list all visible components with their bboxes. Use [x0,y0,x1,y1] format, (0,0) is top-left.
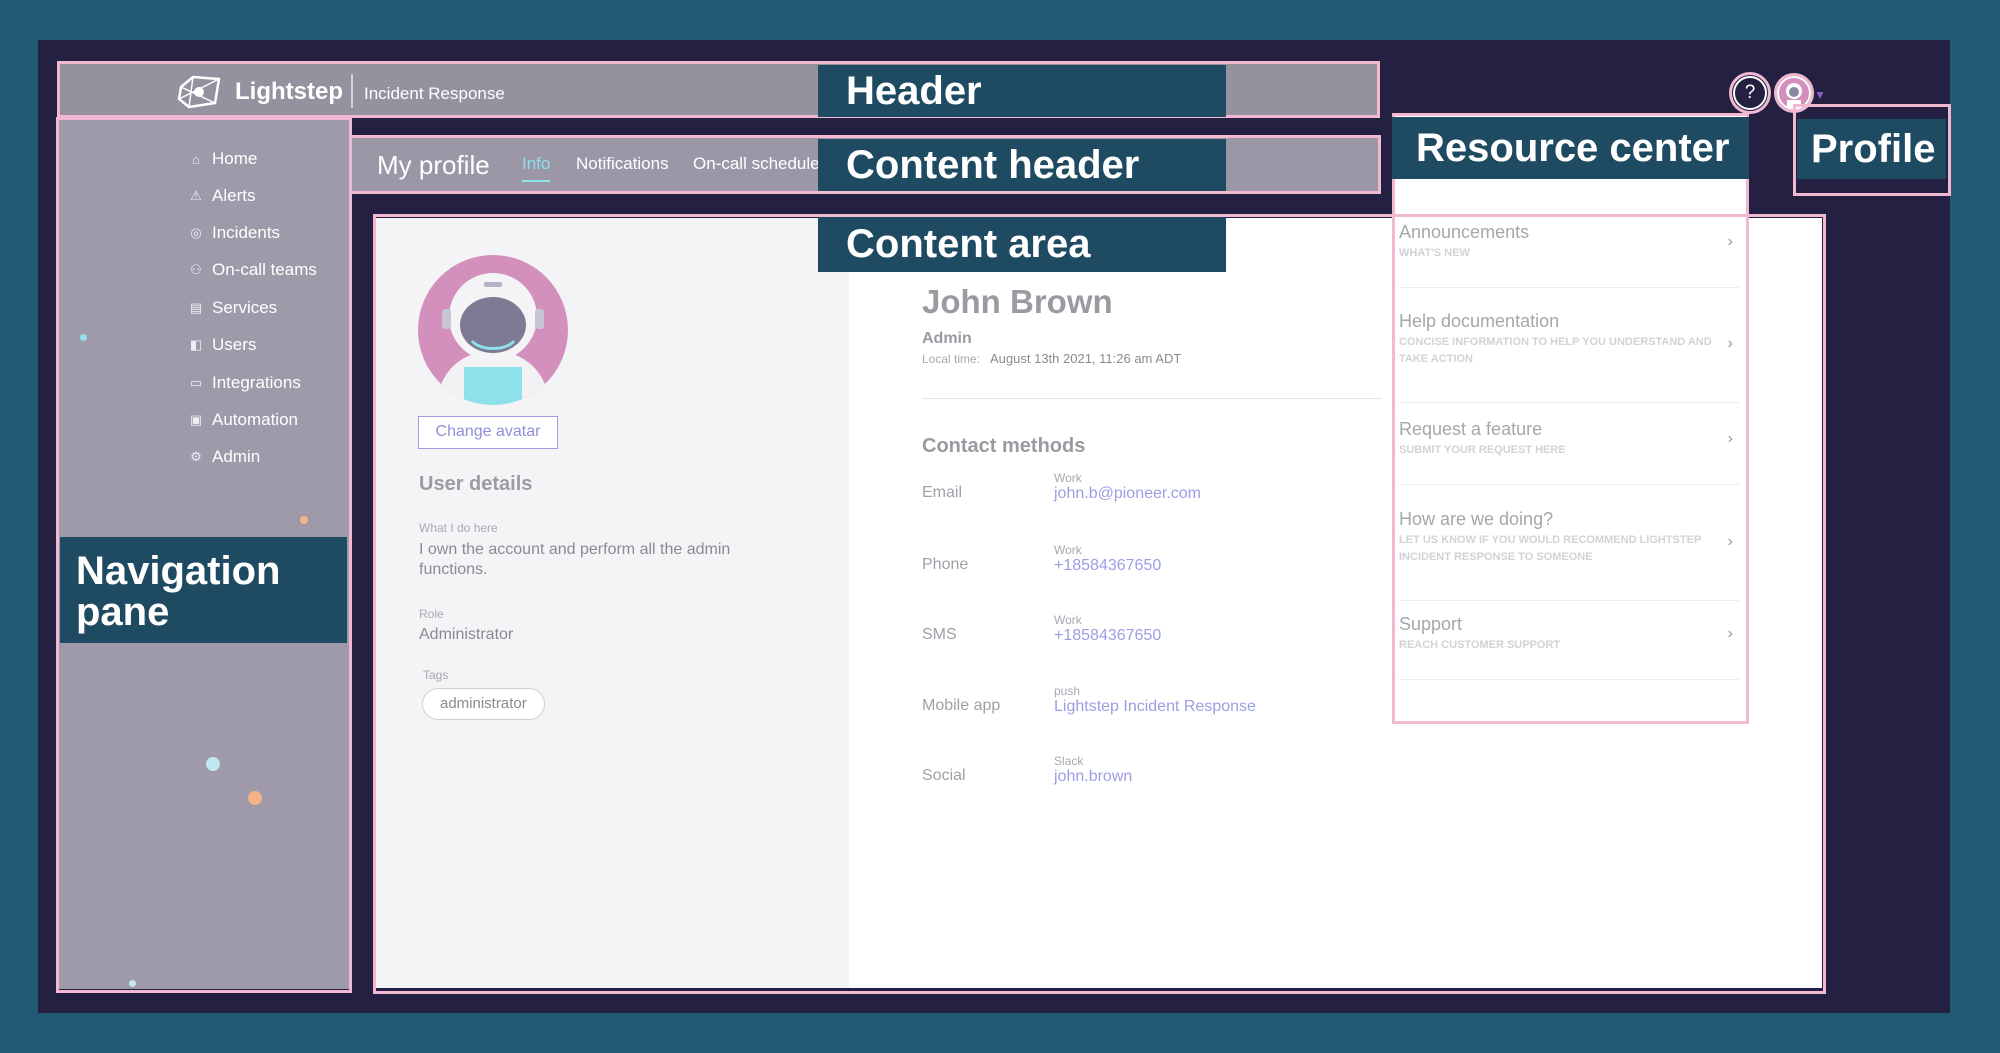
annotation-navigation-pane: Navigation pane [60,537,347,643]
decorative-dot [300,516,308,524]
annotation-resource-center: Resource center [1392,117,1749,179]
annotation-content-area: Content area [818,217,1226,272]
help-highlight [1729,72,1771,114]
chevron-down-icon[interactable]: ▼ [1814,88,1826,102]
avatar-highlight [1774,73,1814,113]
decorative-dot [80,334,87,341]
decorative-dot [248,791,262,805]
annotation-profile: Profile [1797,119,1946,179]
decorative-dot [129,980,136,987]
content-area-highlight [373,214,1826,994]
annotation-content-header: Content header [818,139,1226,191]
annotation-header: Header [818,65,1226,117]
decorative-dot [206,757,220,771]
